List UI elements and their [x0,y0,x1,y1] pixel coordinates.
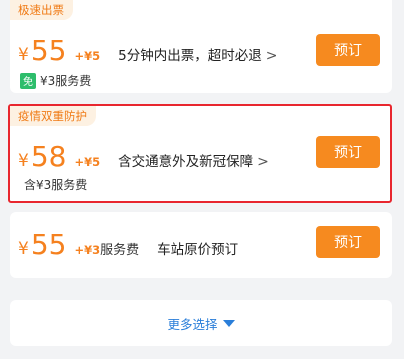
currency-symbol: ¥ [18,239,29,259]
service-fee-text: ¥3服务费 [40,74,92,88]
free-icon: 免 [20,72,36,89]
price-extra: +¥5 [74,49,101,63]
price-extra-note: 服务费 [100,243,140,258]
price-row: ¥ 58 +¥5 含交通意外及新冠保障 > [18,140,269,173]
option-description[interactable]: 5分钟内出票，超时必退 > [118,44,277,64]
price-extra: +¥5 [74,155,101,169]
more-options-button[interactable]: 更多选择 [10,300,392,346]
currency-symbol: ¥ [18,45,29,65]
more-options-label: 更多选择 [167,316,218,332]
price-value: 55 [30,34,67,67]
option-tag: 极速出票 [10,0,73,20]
service-fee-note: 免 ¥3服务费 [20,72,91,89]
currency-symbol: ¥ [18,151,29,171]
chevron-right-icon: > [265,48,278,64]
book-button[interactable]: 预订 [316,226,380,258]
price-extra: +¥3 [74,243,101,257]
price-row: ¥ 55 +¥5 5分钟内出票，超时必退 > [18,34,277,67]
service-fee-note: 含¥3服务费 [24,176,87,193]
ticket-option-standard[interactable]: ¥ 55 +¥3 服务费 车站原价预订 预订 [10,212,392,278]
service-fee-text: 含¥3服务费 [24,178,88,192]
option-tag: 疫情双重防护 [10,106,96,126]
option-description: 车站原价预订 [157,242,239,258]
price-value: 55 [30,228,67,261]
ticket-option-protection[interactable]: 疫情双重防护 ¥ 58 +¥5 含交通意外及新冠保障 > 含¥3服务费 预订 [8,104,392,203]
book-button[interactable]: 预订 [316,136,380,168]
option-description[interactable]: 含交通意外及新冠保障 > [118,150,269,170]
price-row: ¥ 55 +¥3 服务费 车站原价预订 [18,228,238,261]
book-button[interactable]: 预订 [316,34,380,66]
chevron-right-icon: > [257,154,269,170]
price-value: 58 [30,140,67,173]
ticket-option-fast[interactable]: 极速出票 ¥ 55 +¥5 5分钟内出票，超时必退 > 免 ¥3服务费 预订 [10,0,392,93]
triangle-down-icon [222,319,235,327]
